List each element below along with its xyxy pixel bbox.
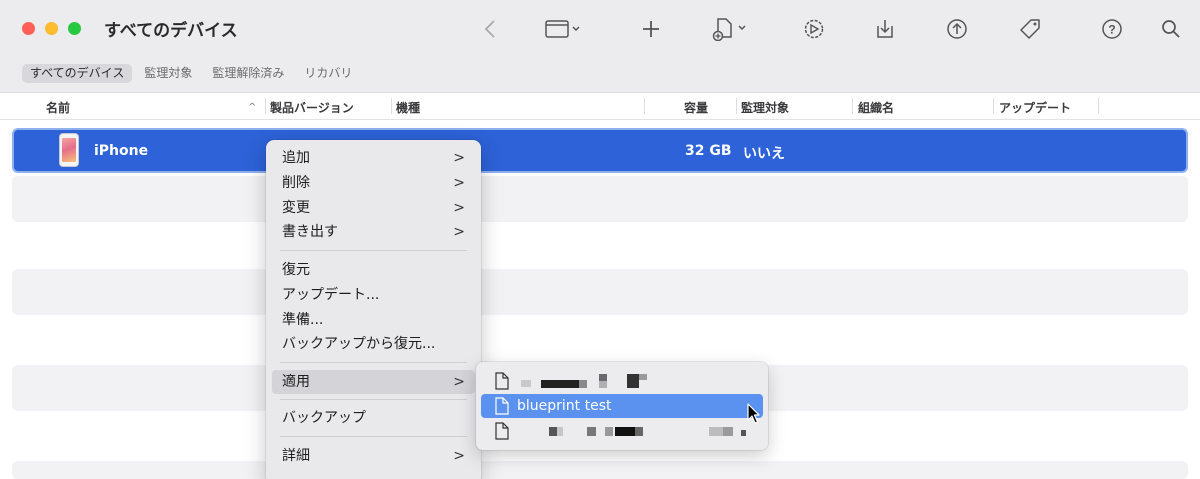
menu-item-label: 適用	[282, 374, 310, 390]
add-icon[interactable]	[640, 14, 662, 44]
menu-item-modify[interactable]: 変更 >	[272, 196, 475, 220]
column-divider[interactable]	[852, 98, 853, 114]
menu-item-label: 詳細	[282, 448, 310, 464]
search-icon[interactable]	[1160, 14, 1182, 44]
back-chevron-icon[interactable]	[480, 14, 500, 44]
menu-item-update[interactable]: アップデート...	[272, 283, 475, 307]
scope-bar: すべてのデバイス 監理対象 監理解除済み リカバリ	[22, 64, 360, 83]
chevron-right-icon: >	[453, 175, 465, 191]
menu-separator	[280, 436, 467, 437]
column-header-capacity[interactable]: 容量	[684, 99, 708, 116]
menu-item-label: 追加	[282, 150, 310, 166]
upload-icon[interactable]	[946, 14, 968, 44]
window-title: すべてのデバイス	[104, 21, 238, 41]
scope-recovery[interactable]: リカバリ	[296, 64, 360, 83]
svg-text:?: ?	[1108, 23, 1115, 37]
column-divider[interactable]	[644, 98, 645, 114]
table-header: 名前 ^ 製品バージョン 機種 容量 監理対象 組織名 アップデート	[0, 92, 1200, 120]
blueprint-item-redacted[interactable]	[481, 369, 763, 393]
menu-item-backup[interactable]: バックアップ	[272, 406, 475, 430]
mouse-pointer-icon	[744, 402, 760, 430]
menu-separator	[280, 250, 467, 251]
column-divider[interactable]	[265, 98, 266, 114]
menu-item-info[interactable]: 詳細 >	[272, 444, 475, 468]
column-divider[interactable]	[391, 98, 392, 114]
menu-separator	[280, 399, 467, 400]
column-header-organization[interactable]: 組織名	[858, 99, 894, 116]
table-row-iphone[interactable]: iPhone 32 GB いいえ	[12, 128, 1188, 173]
column-header-model[interactable]: 機種	[396, 99, 420, 116]
redacted-text	[521, 374, 651, 388]
menu-item-remove[interactable]: 削除 >	[272, 171, 475, 195]
scope-supervised[interactable]: 監理対象	[136, 64, 200, 83]
blueprint-item-redacted[interactable]	[481, 419, 763, 443]
iphone-device-icon	[59, 133, 79, 167]
chevron-right-icon: >	[453, 448, 465, 464]
device-capacity: 32 GB	[685, 143, 732, 159]
chevron-right-icon: >	[453, 224, 465, 240]
view-toggle-icon[interactable]	[544, 14, 584, 44]
minimize-window-button[interactable]	[45, 22, 58, 35]
menu-item-prepare[interactable]: 準備...	[272, 308, 475, 332]
column-header-version[interactable]: 製品バージョン	[270, 99, 354, 116]
title-bar: すべてのデバイス ? すべてのデバイス 監理対象 監理解除済み リカバリ	[0, 0, 1200, 92]
menu-item-restore[interactable]: 復元	[272, 258, 475, 282]
column-divider[interactable]	[736, 98, 737, 114]
tag-icon[interactable]	[1018, 14, 1042, 44]
table-row-empty	[12, 269, 1188, 315]
download-icon[interactable]	[874, 14, 896, 44]
column-header-update[interactable]: アップデート	[999, 99, 1071, 116]
column-divider[interactable]	[1098, 98, 1099, 114]
device-supervised: いいえ	[743, 146, 785, 162]
column-header-name[interactable]: 名前	[46, 99, 70, 116]
menu-item-export[interactable]: 書き出す >	[272, 220, 475, 244]
chevron-right-icon: >	[453, 200, 465, 216]
add-file-icon[interactable]	[710, 14, 750, 44]
redacted-text	[521, 424, 751, 438]
device-name: iPhone	[94, 143, 149, 159]
close-window-button[interactable]	[22, 22, 35, 35]
menu-item-apply[interactable]: 適用 >	[272, 370, 475, 394]
column-divider[interactable]	[993, 98, 994, 114]
context-menu: 追加 > 削除 > 変更 > 書き出す > 復元 アップデート... 準備...…	[266, 140, 481, 479]
chevron-right-icon: >	[453, 374, 465, 390]
settings-gear-icon[interactable]	[802, 14, 826, 44]
menu-separator	[280, 362, 467, 363]
table-row-empty	[12, 176, 1188, 222]
zoom-window-button[interactable]	[68, 22, 81, 35]
menu-item-add[interactable]: 追加 >	[272, 146, 475, 170]
blueprint-item-test[interactable]: blueprint test	[481, 394, 763, 418]
menu-item-restore-from-backup[interactable]: バックアップから復元...	[272, 332, 475, 356]
table-row-empty	[12, 461, 1188, 479]
scope-all-devices[interactable]: すべてのデバイス	[22, 64, 133, 83]
help-icon[interactable]: ?	[1101, 14, 1123, 44]
chevron-right-icon: >	[453, 150, 465, 166]
column-header-supervised[interactable]: 監理対象	[741, 99, 789, 116]
document-icon	[495, 422, 509, 448]
menu-item-label: 書き出す	[282, 224, 338, 240]
blueprint-label: blueprint test	[517, 398, 612, 414]
menu-item-label: 削除	[282, 175, 310, 191]
apply-submenu: blueprint test	[476, 362, 768, 450]
sort-ascending-icon: ^	[248, 102, 257, 113]
scope-unsupervised[interactable]: 監理解除済み	[204, 64, 292, 83]
menu-item-label: 変更	[282, 200, 310, 216]
